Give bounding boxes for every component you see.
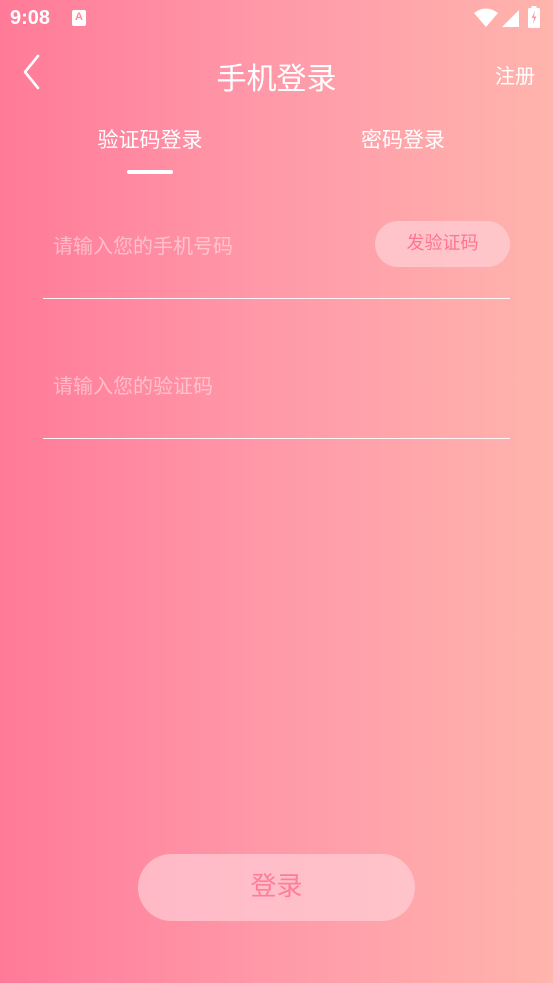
phone-input[interactable] [51, 228, 355, 264]
code-input[interactable] [51, 368, 355, 404]
notification-icon [72, 10, 86, 26]
login-screen: 9:08 手机登录 [0, 0, 553, 983]
tab-password-login[interactable]: 密码登录 [303, 124, 503, 154]
login-button[interactable]: 登录 [138, 854, 415, 921]
page-title: 手机登录 [216, 62, 337, 97]
battery-icon [528, 6, 540, 28]
code-field [43, 360, 510, 439]
status-bar: 9:08 [0, 0, 553, 40]
send-code-button[interactable]: 发验证码 [375, 221, 510, 267]
header: 手机登录 注册 [0, 44, 553, 104]
signal-icon [502, 8, 520, 28]
active-tab-indicator [127, 170, 173, 174]
wifi-icon [474, 8, 498, 28]
phone-field: 发验证码 [43, 220, 510, 299]
tab-code-login[interactable]: 验证码登录 [50, 124, 250, 154]
status-time: 9:08 [10, 7, 51, 29]
register-link[interactable]: 注册 [495, 60, 535, 89]
login-tabs: 验证码登录 密码登录 [0, 124, 553, 184]
